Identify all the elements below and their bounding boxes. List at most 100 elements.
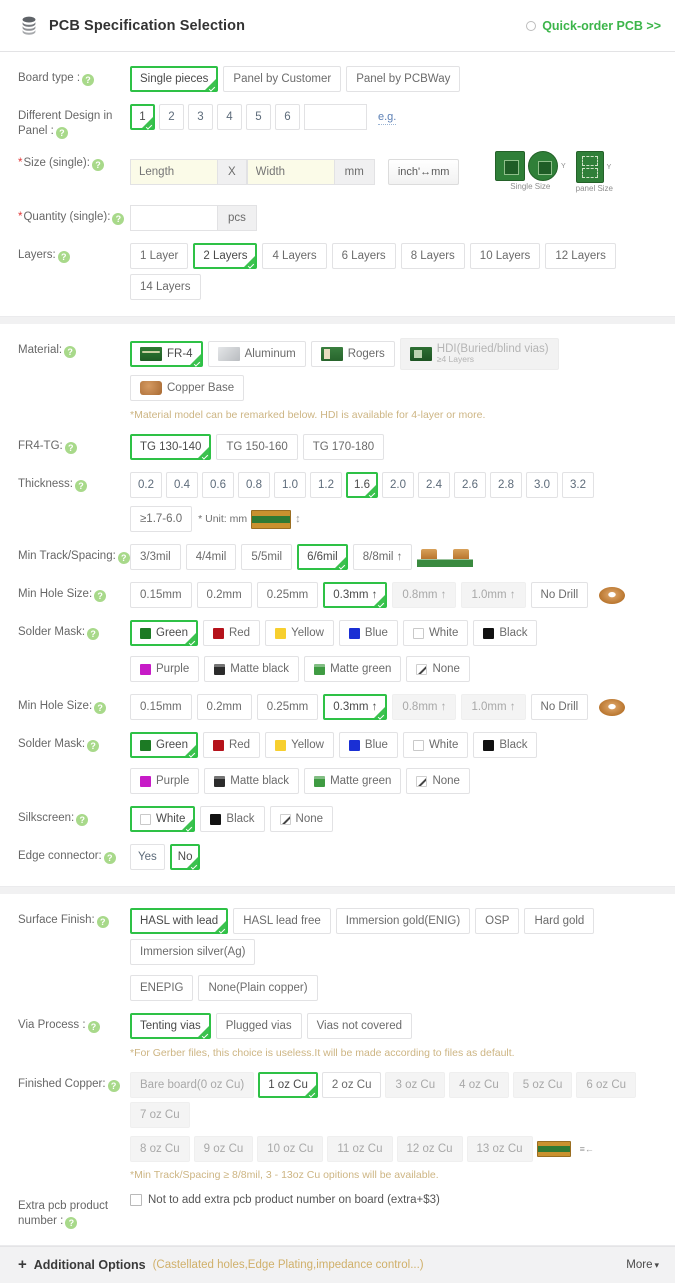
extra-pcb-checkbox[interactable] [130,1194,142,1206]
option-hole-0-25mm[interactable]: 0.25mm [256,582,319,608]
option-thickness-0-6[interactable]: 0.6 [202,472,234,498]
help-icon[interactable]: ? [103,852,116,864]
help-icon[interactable]: ? [82,74,95,86]
option-mask-matte-black[interactable]: Matte black [204,656,300,682]
option-cu-8oz[interactable]: 8 oz Cu [130,1136,190,1162]
extra-pcb-checkbox-row[interactable]: Not to add extra pcb product number on b… [130,1194,440,1206]
option-6-layers[interactable]: 6 Layers [331,243,396,269]
different-design-example-link[interactable]: e.g. [378,110,397,125]
option-thickness-3-2[interactable]: 3.2 [562,472,594,498]
help-icon[interactable]: ? [91,159,104,171]
option-mask-green[interactable]: Green [130,620,198,646]
option-cu-bare-board[interactable]: Bare board(0 oz Cu) [130,1072,255,1098]
option-cu-11oz[interactable]: 11 oz Cu [327,1136,393,1162]
option-cu-9oz[interactable]: 9 oz Cu [193,1136,254,1162]
option-mask-red[interactable]: Red [202,620,261,646]
option-plugged-vias[interactable]: Plugged vias [215,1013,302,1039]
option-hasl-lead-free[interactable]: HASL lead free [233,908,331,934]
help-icon[interactable]: ? [74,480,87,492]
option-material-fr4[interactable]: FR-4 [130,341,203,367]
more-button[interactable]: More ▾ [626,1259,659,1271]
option-1-layer[interactable]: 1 Layer [130,243,189,269]
option-cu-2oz[interactable]: 2 oz Cu [321,1072,382,1098]
option-cu-5oz[interactable]: 5 oz Cu [512,1072,573,1098]
option-mask-black[interactable]: Black [473,620,538,646]
option-10-layers[interactable]: 10 Layers [469,243,541,269]
option-mask-green[interactable]: Green [130,732,198,758]
option-mask-blue[interactable]: Blue [338,620,398,646]
option-mask-white[interactable]: White [402,620,469,646]
quick-order-link[interactable]: Quick-order PCB >> [542,19,661,33]
help-icon[interactable]: ? [112,213,125,225]
option-hole-1-0mm[interactable]: 1.0mm ↑ [461,694,526,720]
option-design-4[interactable]: 4 [217,104,242,130]
option-14-layers[interactable]: 14 Layers [130,274,201,300]
option-cu-13oz[interactable]: 13 oz Cu [466,1136,533,1162]
help-icon[interactable]: ? [87,1021,100,1033]
option-track-3-3mil[interactable]: 3/3mil [130,544,181,570]
option-design-5[interactable]: 5 [246,104,271,130]
option-immersion-silver[interactable]: Immersion silver(Ag) [130,939,256,965]
help-icon[interactable]: ? [87,740,100,752]
help-icon[interactable]: ? [76,814,89,826]
help-icon[interactable]: ? [55,127,68,139]
help-icon[interactable]: ? [65,1217,78,1229]
option-hole-0-8mm[interactable]: 0.8mm ↑ [392,582,457,608]
help-icon[interactable]: ? [64,442,77,454]
option-tenting-vias[interactable]: Tenting vias [130,1013,211,1039]
option-thickness-0-2[interactable]: 0.2 [130,472,162,498]
option-thickness-extra[interactable]: ≥1.7-6.0 [130,506,193,532]
help-icon[interactable]: ? [117,552,130,564]
different-design-custom-input[interactable] [304,104,367,130]
option-thickness-1-0[interactable]: 1.0 [274,472,306,498]
option-8-layers[interactable]: 8 Layers [400,243,465,269]
option-thickness-3-0[interactable]: 3.0 [526,472,558,498]
help-icon[interactable]: ? [94,702,107,714]
unit-convert-button[interactable]: inch'↔mm [387,159,460,185]
option-material-aluminum[interactable]: Aluminum [207,341,306,367]
option-silkscreen-none[interactable]: None [269,806,334,832]
option-cu-10oz[interactable]: 10 oz Cu [257,1136,324,1162]
option-hole-no-drill[interactable]: No Drill [530,582,589,608]
option-thickness-2-6[interactable]: 2.6 [454,472,486,498]
option-cu-3oz[interactable]: 3 oz Cu [385,1072,446,1098]
help-icon[interactable]: ? [57,251,70,263]
option-silkscreen-white[interactable]: White [130,806,196,832]
option-mask-purple[interactable]: Purple [130,656,200,682]
option-mask-yellow[interactable]: Yellow [265,732,334,758]
option-material-rogers[interactable]: Rogers [310,341,395,367]
help-icon[interactable]: ? [64,346,77,358]
help-icon[interactable]: ? [107,1080,120,1092]
option-thickness-1-2[interactable]: 1.2 [310,472,342,498]
option-hole-0-8mm[interactable]: 0.8mm ↑ [392,694,457,720]
option-vias-not-covered[interactable]: Vias not covered [306,1013,413,1039]
option-mask-matte-black[interactable]: Matte black [204,768,300,794]
option-cu-7oz[interactable]: 7 oz Cu [130,1102,190,1128]
option-immersion-gold[interactable]: Immersion gold(ENIG) [335,908,471,934]
option-design-6[interactable]: 6 [275,104,300,130]
option-panel-by-pcbway[interactable]: Panel by PCBWay [346,66,461,92]
option-mask-matte-green[interactable]: Matte green [304,656,402,682]
option-cu-4oz[interactable]: 4 oz Cu [449,1072,509,1098]
option-hole-0-2mm[interactable]: 0.2mm [196,582,252,608]
option-mask-yellow[interactable]: Yellow [265,620,334,646]
option-silkscreen-black[interactable]: Black [200,806,265,832]
option-mask-matte-green[interactable]: Matte green [304,768,402,794]
option-hole-0-15mm[interactable]: 0.15mm [130,694,192,720]
option-cu-6oz[interactable]: 6 oz Cu [576,1072,637,1098]
option-cu-1oz[interactable]: 1 oz Cu [258,1072,318,1098]
option-single-pieces[interactable]: Single pieces [130,66,219,92]
additional-options-bar[interactable]: + Additional Options (Castellated holes,… [0,1246,675,1283]
option-mask-blue[interactable]: Blue [338,732,398,758]
option-mask-none[interactable]: None [406,656,470,682]
option-design-2[interactable]: 2 [159,104,184,130]
option-enepig[interactable]: ENEPIG [130,975,194,1001]
option-thickness-0-8[interactable]: 0.8 [238,472,270,498]
option-12-layers[interactable]: 12 Layers [545,243,616,269]
option-thickness-2-4[interactable]: 2.4 [418,472,450,498]
option-osp[interactable]: OSP [475,908,520,934]
quantity-input[interactable] [130,205,218,231]
option-hole-0-3mm[interactable]: 0.3mm ↑ [323,582,388,608]
option-hole-0-3mm[interactable]: 0.3mm ↑ [323,694,388,720]
option-hole-0-15mm[interactable]: 0.15mm [130,582,192,608]
